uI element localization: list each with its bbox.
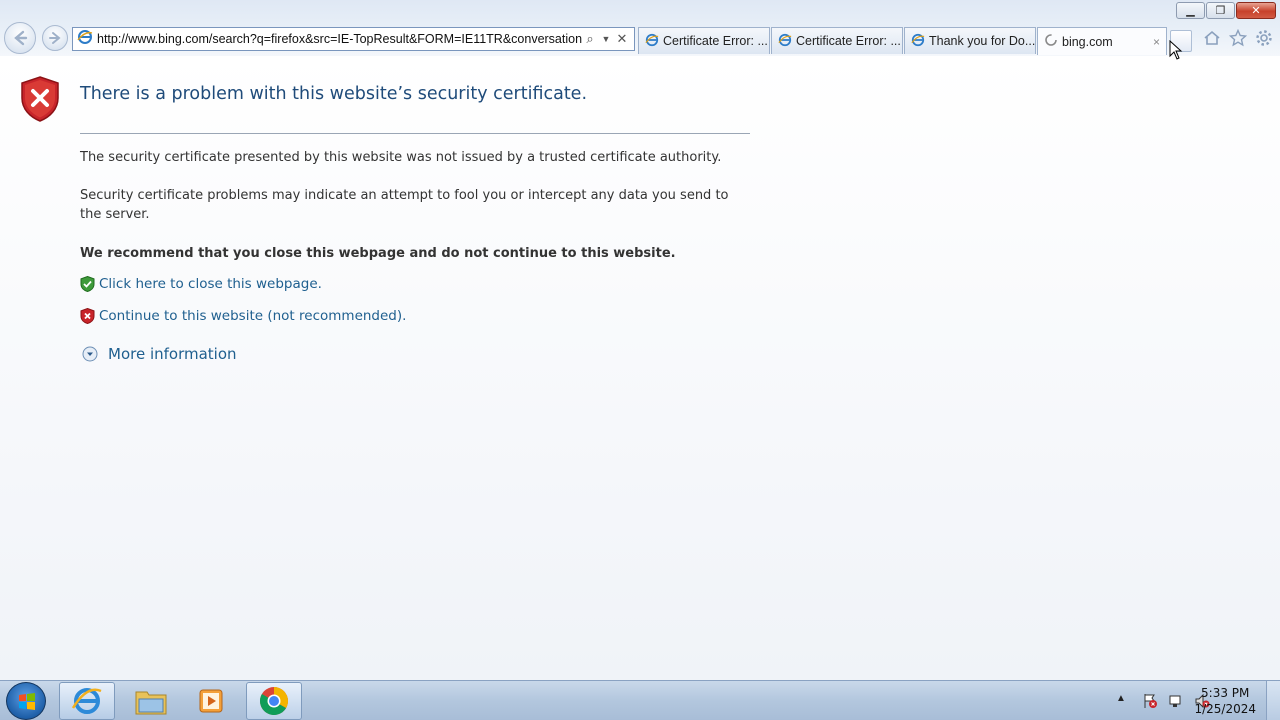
window-controls: ▁ ❐ ✕	[1176, 2, 1276, 19]
maximize-button[interactable]: ❐	[1206, 2, 1235, 19]
green-shield-icon	[80, 276, 95, 292]
show-hidden-icons[interactable]: ▲	[1116, 693, 1132, 709]
tab-label: Certificate Error: ...	[663, 34, 768, 48]
action-center-flag-icon[interactable]	[1142, 693, 1158, 709]
expand-chevron-icon	[82, 346, 98, 362]
certificate-issuer-message: The security certificate presented by th…	[80, 150, 722, 165]
network-icon[interactable]	[1168, 693, 1184, 709]
close-tab-icon[interactable]: ×	[1153, 35, 1160, 49]
more-information-label: More information	[108, 345, 237, 363]
folder-icon	[135, 691, 167, 715]
dropdown-icon[interactable]: ▼	[598, 34, 614, 44]
favorites-star-icon[interactable]	[1228, 28, 1248, 48]
taskbar-media-player[interactable]	[183, 682, 239, 720]
clock-time: 5:33 PM	[1201, 686, 1250, 700]
back-arrow-icon	[14, 30, 28, 46]
tab-certificate-error-2[interactable]: Certificate Error: ...	[771, 27, 903, 54]
ie-icon	[778, 33, 792, 50]
tab-bing[interactable]: bing.com ×	[1037, 27, 1167, 55]
windows-logo-icon	[19, 693, 35, 710]
forward-arrow-icon	[49, 32, 61, 44]
page-content: There is a problem with this website’s s…	[0, 56, 1280, 680]
recommendation-text: We recommend that you close this webpage…	[80, 246, 676, 261]
back-button[interactable]	[4, 22, 36, 54]
loading-icon	[1044, 33, 1058, 50]
start-button[interactable]	[6, 682, 46, 720]
continue-to-website-link[interactable]: Continue to this website (not recommende…	[99, 308, 406, 324]
certificate-warning-message: Security certificate problems may indica…	[80, 188, 729, 222]
taskbar-file-explorer[interactable]	[123, 682, 179, 720]
tab-strip: Certificate Error: ... Certificate Error…	[638, 27, 1192, 55]
clock-date: 1/25/2024	[1194, 702, 1256, 716]
address-bar[interactable]: http://www.bing.com/search?q=firefox&src…	[72, 27, 635, 51]
toolbar-right	[1202, 28, 1274, 48]
mouse-cursor-icon	[1169, 39, 1183, 65]
gear-icon[interactable]	[1254, 28, 1274, 48]
close-webpage-link[interactable]: Click here to close this webpage.	[99, 276, 322, 292]
show-desktop-button[interactable]	[1266, 681, 1280, 720]
ie-page-icon	[77, 29, 95, 50]
continue-action: Continue to this website (not recommende…	[80, 308, 406, 324]
home-icon[interactable]	[1202, 28, 1222, 48]
ie-icon	[645, 33, 659, 50]
browser-chrome: ▁ ❐ ✕ http://www.bing.com/search?q=firef…	[0, 0, 1280, 56]
media-player-icon	[199, 689, 223, 713]
divider	[80, 133, 750, 134]
more-information-toggle[interactable]: More information	[82, 345, 237, 363]
minimize-button[interactable]: ▁	[1176, 2, 1205, 19]
tab-thank-you[interactable]: Thank you for Do...	[904, 27, 1036, 54]
tab-label: Certificate Error: ...	[796, 34, 901, 48]
error-shield-icon	[20, 76, 60, 127]
red-shield-icon	[80, 308, 95, 324]
close-page-action: Click here to close this webpage.	[80, 276, 322, 292]
tab-certificate-error-1[interactable]: Certificate Error: ...	[638, 27, 770, 54]
internet-explorer-icon	[71, 688, 102, 714]
taskbar-internet-explorer[interactable]	[59, 682, 115, 720]
taskbar: ▲ 5:33 PM 1/25/2024	[0, 680, 1280, 720]
taskbar-chrome[interactable]	[246, 682, 302, 720]
tab-label: Thank you for Do...	[929, 34, 1036, 48]
page-title: There is a problem with this website’s s…	[80, 84, 588, 104]
ie-icon	[911, 33, 925, 50]
search-icon[interactable]: ⌕	[582, 31, 598, 47]
chrome-icon	[260, 687, 288, 715]
stop-icon[interactable]: ✕	[614, 31, 630, 47]
close-window-button[interactable]: ✕	[1236, 2, 1276, 19]
tab-label: bing.com	[1062, 34, 1113, 49]
address-url[interactable]: http://www.bing.com/search?q=firefox&src…	[95, 32, 582, 46]
system-clock[interactable]: 5:33 PM 1/25/2024	[1194, 685, 1256, 717]
forward-button[interactable]	[42, 25, 68, 51]
